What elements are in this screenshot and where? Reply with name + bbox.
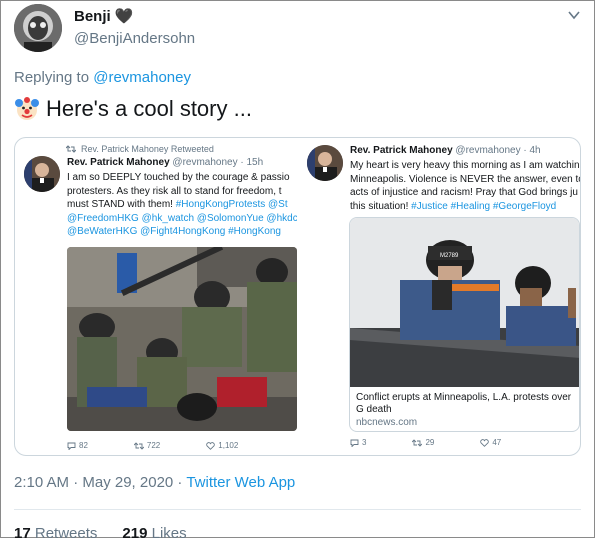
embed-text-line: protesters. As they risk all to stand fo… [67, 185, 282, 197]
retweet-icon [66, 145, 76, 153]
replying-to: Replying to @revmahoney [14, 69, 191, 86]
protest-photo [67, 247, 297, 431]
reply-action: 3 [350, 438, 366, 447]
retweet-action: 722 [133, 441, 160, 450]
retweet-action: 29 [412, 438, 434, 447]
timestamp-text[interactable]: 2:10 AM · May 29, 2020 · [14, 474, 186, 491]
chevron-down-icon[interactable] [567, 8, 581, 22]
retweeted-indicator: Rev. Patrick Mahoney Retweeted [66, 144, 214, 154]
avatar[interactable] [24, 156, 60, 192]
likes-stat[interactable]: 219 Likes [122, 525, 186, 538]
embed-actions: 82 722 1,102 [67, 441, 238, 450]
author-handle[interactable]: @BenjiAndersohn [74, 30, 195, 47]
like-action: 47 [480, 438, 501, 447]
like-action: 1,102 [206, 441, 238, 450]
embed-text-line: I am so DEEPLY touched by the courage & … [67, 172, 290, 183]
tweet-text-row: Here's a cool story ... [14, 96, 252, 122]
retweet-icon [412, 438, 423, 447]
retweets-stat[interactable]: 17 Retweets [14, 525, 97, 538]
embed-text-line: this situation! #Justice #Healing #Georg… [350, 200, 557, 212]
clown-face-icon [15, 97, 39, 120]
embed-text-line: must STAND with them! #HongKongProtests … [67, 199, 288, 210]
heart-outline-icon [206, 441, 216, 450]
embed-text-line: Minneapolis. Violence is NEVER the answe… [350, 173, 580, 185]
embed-hashtags: @FreedomHKG @hk_watch @SolomonYue @hkdc [67, 212, 297, 224]
replying-to-link[interactable]: @revmahoney [93, 69, 191, 86]
embed-text-line: My heart is very heavy this morning as I… [350, 160, 580, 171]
tweet-text: Here's a cool story ... [46, 96, 252, 121]
embed-actions: 3 29 47 [350, 438, 501, 447]
link-card-domain: nbcnews.com [356, 417, 418, 428]
helmet-label: M2789 [440, 253, 459, 259]
link-card-title: Conflict erupts at Minneapolis, L.A. pro… [356, 392, 572, 415]
embed-author: Rev. Patrick Mahoney @revmahoney · 15h [67, 157, 264, 168]
avatar[interactable] [14, 4, 62, 52]
reply-icon [350, 439, 359, 447]
police-photo: M2789 [350, 218, 579, 387]
divider [14, 509, 581, 510]
tweet-timestamp: 2:10 AM · May 29, 2020 · Twitter Web App [14, 474, 295, 491]
embed-text-line: acts of injustice and racism! Pray that … [350, 187, 578, 198]
reply-icon [67, 442, 76, 450]
heart-outline-icon [480, 438, 490, 447]
heart-icon: 🖤 [114, 8, 134, 25]
embed-hashtags: @BeWaterHKG @Fight4HongKong #HongKong [67, 226, 281, 237]
embed-author: Rev. Patrick Mahoney @revmahoney · 4h [350, 145, 541, 156]
author-name[interactable]: Benji 🖤 [74, 7, 133, 25]
tweet-stats: 17 Retweets 219 Likes [14, 525, 187, 538]
retweet-icon [133, 441, 144, 450]
reply-action: 82 [67, 441, 88, 450]
avatar[interactable] [307, 145, 343, 181]
source-link[interactable]: Twitter Web App [186, 474, 295, 491]
